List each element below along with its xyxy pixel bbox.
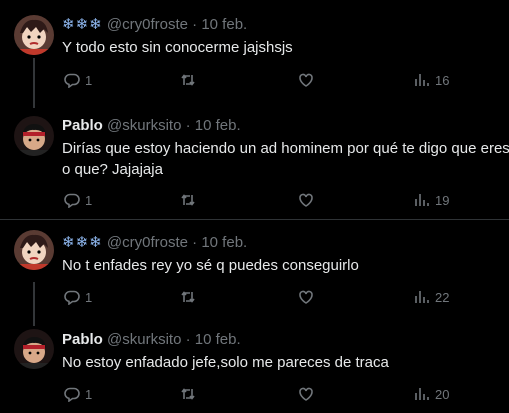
tweet-actions: 1 16 [62, 72, 502, 90]
separator-dot: · [192, 234, 198, 251]
avatar[interactable] [14, 116, 54, 156]
reply-button[interactable]: 1 [64, 289, 92, 305]
heart-icon [299, 387, 313, 401]
tweet-header: Pablo @skurksito · 10 feb. [62, 117, 241, 135]
views-count: 20 [435, 386, 450, 402]
separator-dot: · [185, 331, 191, 348]
display-name[interactable]: Pablo [62, 331, 103, 348]
avatar[interactable] [14, 329, 54, 369]
tweet[interactable]: ❄❄❄ @cry0froste · 10 feb. Y todo esto si… [0, 0, 509, 100]
views-button[interactable]: 19 [414, 192, 449, 208]
like-button[interactable] [298, 72, 314, 88]
retweet-icon [181, 291, 195, 303]
tweet-actions: 1 20 [62, 386, 502, 404]
tweet-date[interactable]: 10 feb. [201, 234, 247, 251]
views-icon [415, 388, 429, 400]
views-count: 16 [435, 72, 450, 88]
retweet-icon [181, 194, 195, 206]
views-icon [415, 194, 429, 206]
heart-icon [299, 193, 313, 207]
separator-dot: · [185, 117, 191, 134]
reply-count: 1 [85, 289, 93, 305]
tweet-date[interactable]: 10 feb. [195, 117, 241, 134]
user-handle[interactable]: @cry0froste [107, 16, 188, 33]
tweet-actions: 1 22 [62, 289, 502, 307]
tweet-text: No estoy enfadado jefe,solo me pareces d… [62, 354, 389, 371]
tweet-text: Y todo esto sin conocerme jajshsjs [62, 39, 293, 56]
reply-icon [64, 290, 80, 305]
views-button[interactable]: 20 [414, 386, 449, 402]
tweet-header: ❄❄❄ @cry0froste · 10 feb. [62, 234, 247, 252]
tweet[interactable]: Pablo @skurksito · 10 feb. Dirías que es… [0, 104, 509, 216]
tweet[interactable]: Pablo @skurksito · 10 feb. No estoy enfa… [0, 316, 509, 413]
reply-icon [64, 387, 80, 402]
reply-icon [64, 73, 80, 88]
retweet-button[interactable] [180, 192, 196, 208]
retweet-button[interactable] [180, 72, 196, 88]
views-button[interactable]: 22 [414, 289, 449, 305]
views-button[interactable]: 16 [414, 72, 449, 88]
views-icon [415, 74, 429, 86]
user-handle[interactable]: @skurksito [107, 331, 181, 348]
views-count: 22 [435, 289, 450, 305]
like-button[interactable] [298, 192, 314, 208]
snowflake-icon: ❄❄❄ [62, 234, 103, 251]
avatar[interactable] [14, 15, 54, 55]
views-icon [415, 291, 429, 303]
reply-count: 1 [85, 386, 93, 402]
tweet-header: Pablo @skurksito · 10 feb. [62, 331, 241, 349]
tweet-header: ❄❄❄ @cry0froste · 10 feb. [62, 16, 247, 34]
retweet-button[interactable] [180, 289, 196, 305]
reply-icon [64, 193, 80, 208]
tweet-actions: 1 19 [62, 192, 502, 210]
tweet[interactable]: ❄❄❄ @cry0froste · 10 feb. No t enfades r… [0, 220, 509, 315]
retweet-icon [181, 74, 195, 86]
snowflake-icon: ❄❄❄ [62, 16, 103, 33]
avatar[interactable] [14, 230, 54, 270]
heart-icon [299, 290, 313, 304]
tweet-text: No t enfades rey yo sé q puedes consegui… [62, 257, 359, 274]
retweet-button[interactable] [180, 386, 196, 402]
retweet-icon [181, 388, 195, 400]
like-button[interactable] [298, 289, 314, 305]
reply-button[interactable]: 1 [64, 72, 92, 88]
user-handle[interactable]: @skurksito [107, 117, 181, 134]
reply-button[interactable]: 1 [64, 192, 92, 208]
reply-button[interactable]: 1 [64, 386, 92, 402]
heart-icon [299, 73, 313, 87]
reply-count: 1 [85, 192, 93, 208]
tweet-date[interactable]: 10 feb. [195, 331, 241, 348]
reply-count: 1 [85, 72, 93, 88]
like-button[interactable] [298, 386, 314, 402]
separator-dot: · [192, 16, 198, 33]
tweet-date[interactable]: 10 feb. [201, 16, 247, 33]
tweet-text: Dirías que estoy haciendo un ad hominem … [62, 140, 509, 178]
views-count: 19 [435, 192, 450, 208]
display-name[interactable]: Pablo [62, 117, 103, 134]
user-handle[interactable]: @cry0froste [107, 234, 188, 251]
